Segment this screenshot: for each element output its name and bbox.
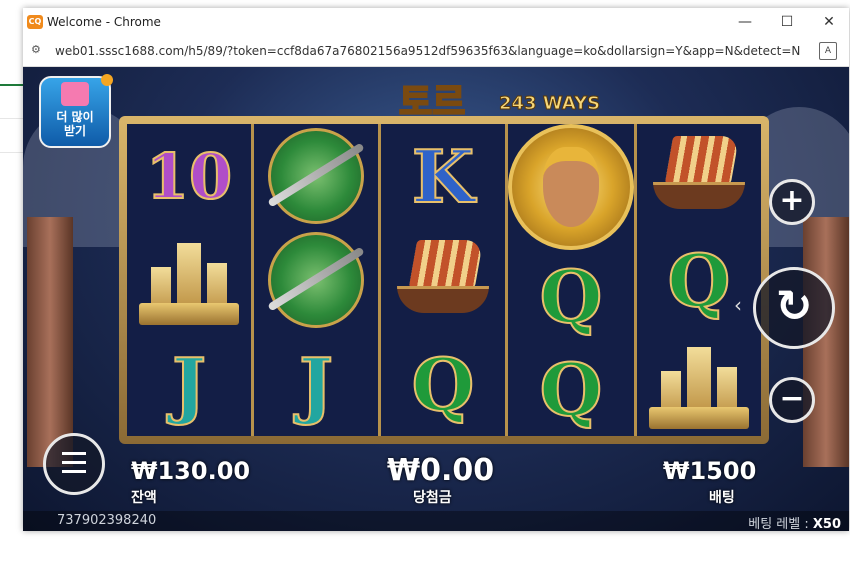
- game-canvas: 10 J J K Q Q Q Q 토르 243 WAYS 더 많이 받기 + ‹…: [23, 67, 849, 531]
- reel-cell: [637, 124, 761, 228]
- reel-cell: Q: [508, 343, 634, 436]
- reel-cell: [254, 124, 378, 228]
- reel-cell: [508, 124, 634, 250]
- browser-window: CQ Welcome - Chrome — ☐ ✕ ⚙ web01.sssc16…: [23, 8, 849, 531]
- promo-label: 더 많이 받기: [56, 110, 94, 138]
- chevron-left-icon[interactable]: ‹: [734, 293, 748, 317]
- symbol-q: Q: [411, 341, 476, 428]
- translate-icon[interactable]: A: [819, 42, 837, 60]
- background-divider: [0, 152, 24, 153]
- balance-value: ₩130.00: [131, 457, 251, 485]
- symbol-castle: [647, 339, 751, 429]
- background-accent-line: [0, 84, 24, 86]
- symbol-castle: [137, 235, 241, 325]
- promo-button[interactable]: 더 많이 받기: [39, 74, 113, 148]
- background-divider: [0, 118, 24, 119]
- title-bar: CQ Welcome - Chrome — ☐ ✕: [23, 8, 849, 36]
- symbol-ship: [393, 240, 493, 320]
- reel-cell: [381, 228, 505, 332]
- spin-button[interactable]: ↻: [753, 267, 835, 349]
- gift-icon: [61, 82, 89, 106]
- symbol-q: Q: [539, 346, 604, 433]
- symbol-q: Q: [667, 237, 732, 324]
- bet-level: 베팅 레벨 : X50: [748, 517, 841, 531]
- balance-label: 잔액: [131, 490, 157, 506]
- symbol-k: K: [411, 133, 476, 220]
- url-field[interactable]: web01.sssc1688.com/h5/89/?token=ccf8da67…: [55, 44, 800, 58]
- symbol-q: Q: [539, 253, 604, 340]
- bet-decrease-button[interactable]: −: [769, 377, 815, 423]
- minimize-button[interactable]: —: [731, 12, 759, 32]
- close-button[interactable]: ✕: [815, 12, 843, 32]
- bet-label: 배팅: [709, 490, 735, 506]
- reel-5: Q: [637, 124, 761, 436]
- symbol-shield: [267, 128, 365, 224]
- reel-cell: Q: [508, 250, 634, 343]
- symbol-j: J: [171, 341, 207, 428]
- reel-4: Q Q: [508, 124, 637, 436]
- site-settings-icon[interactable]: ⚙: [31, 44, 45, 56]
- reel-1: 10 J: [127, 124, 254, 436]
- ticket-id: 737902398240: [57, 513, 157, 528]
- reel-2: J: [254, 124, 381, 436]
- game-logo: 토르: [398, 81, 466, 124]
- symbol-ten: 10: [145, 139, 233, 214]
- reel-cell: K: [381, 124, 505, 228]
- bet-increase-button[interactable]: +: [769, 179, 815, 225]
- reel-cell: [254, 228, 378, 332]
- reel-grid: 10 J J K Q Q Q Q: [127, 124, 761, 436]
- reel-cell: 10: [127, 124, 251, 228]
- address-bar: ⚙ web01.sssc1688.com/h5/89/?token=ccf8da…: [23, 36, 849, 67]
- reel-cell: J: [127, 332, 251, 436]
- ways-badge: 243 WAYS: [498, 93, 601, 115]
- bet-value: ₩1500: [663, 457, 757, 485]
- pillar-left: [27, 217, 73, 467]
- app-icon: CQ: [27, 15, 43, 29]
- reel-cell: Q: [381, 332, 505, 436]
- window-title: Welcome - Chrome: [47, 15, 161, 29]
- win-label: 당첨금: [413, 490, 452, 506]
- symbol-j: J: [298, 341, 334, 428]
- reel-cell: J: [254, 332, 378, 436]
- symbol-shield: [267, 232, 365, 328]
- notification-dot: [101, 74, 113, 86]
- win-value: ₩0.00: [387, 453, 495, 488]
- reel-3: K Q: [381, 124, 508, 436]
- reel-cell: [637, 332, 761, 436]
- symbol-ship: [649, 136, 749, 216]
- symbol-warrior: [508, 124, 634, 250]
- footer-bar: 737902398240 베팅 레벨 : X50: [23, 511, 849, 531]
- maximize-button[interactable]: ☐: [773, 12, 801, 32]
- reel-cell: [127, 228, 251, 332]
